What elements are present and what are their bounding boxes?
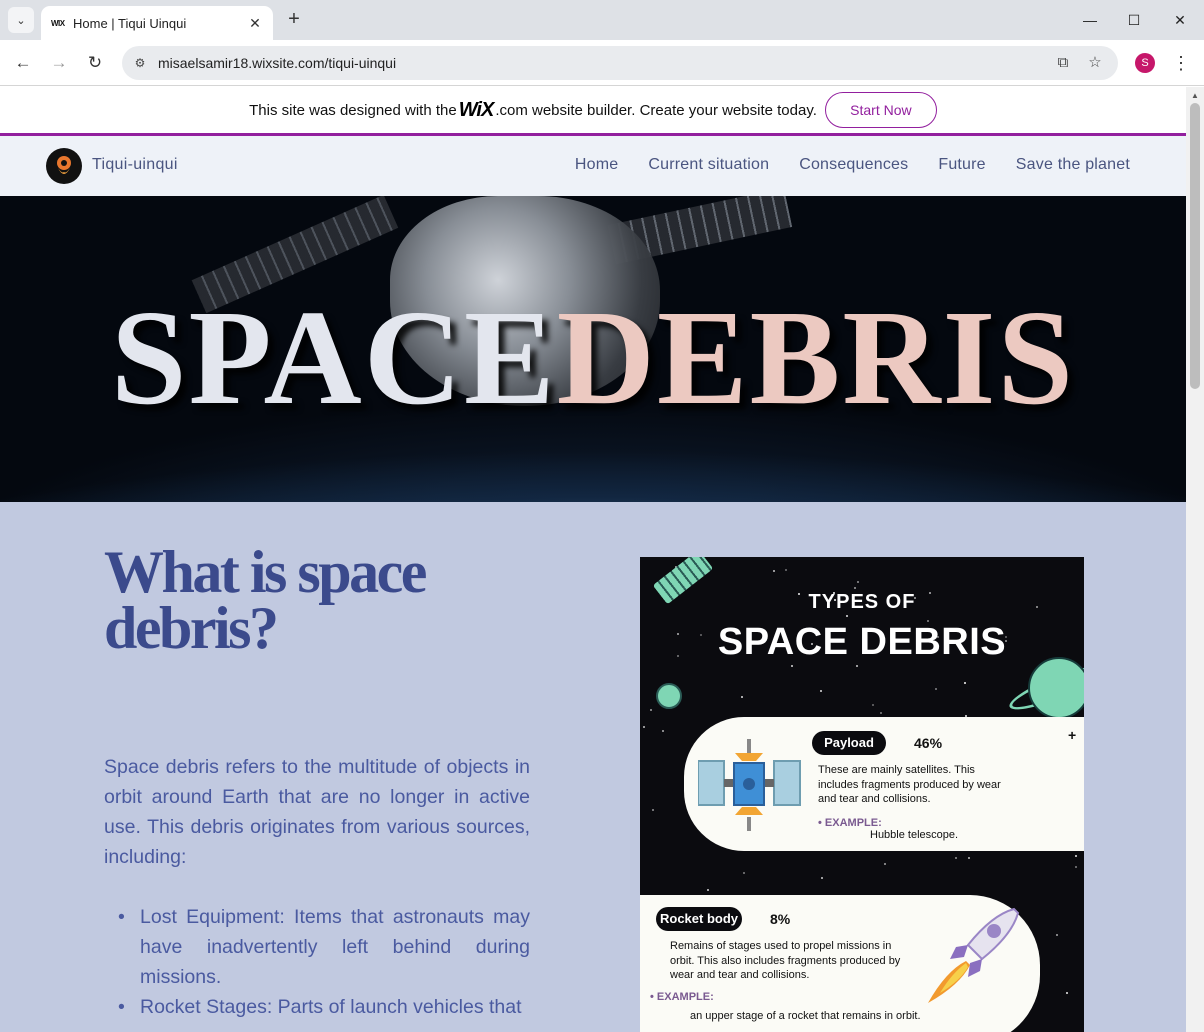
address-bar[interactable]: ⚙ misaelsamir18.wixsite.com/tiqui-uinqui… — [122, 46, 1118, 80]
infographic-title: SPACE DEBRIS — [717, 621, 1007, 663]
scroll-thumb[interactable] — [1190, 103, 1200, 389]
rocket-body-description: Remains of stages used to propel mission… — [670, 940, 901, 981]
wix-banner-text-after: .com website builder. Create your websit… — [495, 101, 817, 119]
rocket-body-percent: 8% — [770, 911, 791, 927]
infographic-subtitle: TYPES OF — [808, 591, 916, 613]
payload-percent: 46% — [914, 735, 943, 751]
browser-toolbar: ← → ↻ ⚙ misaelsamir18.wixsite.com/tiqui-… — [0, 40, 1204, 86]
site-name[interactable]: Tiqui-uinqui — [92, 156, 178, 174]
rocket-body-example-label: • EXAMPLE: — [650, 991, 714, 1003]
star — [1075, 866, 1077, 868]
forward-icon[interactable]: → — [47, 51, 71, 75]
section-title: What is space debris? — [104, 539, 427, 661]
nav-home[interactable]: Home — [575, 156, 618, 174]
star — [791, 665, 793, 667]
star — [856, 665, 858, 667]
nav-future[interactable]: Future — [938, 156, 985, 174]
star — [857, 581, 859, 583]
content-section: What is space debris? Space debris refer… — [0, 502, 1186, 1032]
payload-label: Payload — [812, 731, 886, 755]
rocket-body-label: Rocket body — [656, 907, 742, 931]
hero-title-part2: DEBRIS — [556, 283, 1076, 433]
wix-banner-text-before: This site was designed with the — [249, 101, 457, 119]
new-tab-button[interactable]: + — [283, 8, 305, 30]
bookmark-star-icon[interactable]: ☆ — [1086, 54, 1104, 72]
nav-consequences[interactable]: Consequences — [799, 156, 908, 174]
star — [662, 730, 664, 732]
star — [968, 857, 970, 859]
satellite-payload-icon — [698, 739, 801, 831]
payload-example: Hubble telescope. — [870, 829, 959, 841]
browser-tab[interactable]: WIX Home | Tiqui Uinqui ✕ — [41, 6, 273, 40]
flame-logo-icon — [57, 156, 71, 174]
back-icon[interactable]: ← — [11, 51, 35, 75]
payload-card: Payload 46% These are mainly satellites.… — [684, 717, 1084, 851]
star — [1056, 934, 1058, 936]
rocket-body-card: Rocket body 8% Remains of stages used to… — [640, 895, 1040, 1032]
tab-strip: ⌄ WIX Home | Tiqui Uinqui ✕ + — ☐ ✕ — [0, 0, 1204, 40]
rocket-icon — [928, 907, 1020, 1003]
profile-avatar[interactable]: S — [1135, 53, 1155, 73]
tab-title: Home | Tiqui Uinqui — [73, 15, 187, 31]
list-item: Lost Equipment: Items that astronauts ma… — [104, 902, 530, 992]
menu-dots-icon[interactable]: ⋮ — [1172, 51, 1190, 75]
translate-icon[interactable]: ⧉ — [1054, 54, 1072, 72]
maximize-icon[interactable]: ☐ — [1122, 8, 1146, 32]
rocket-body-example: an upper stage of a rocket that remains … — [690, 1010, 921, 1022]
close-tab-icon[interactable]: ✕ — [247, 15, 263, 32]
star — [707, 889, 709, 891]
site-nav: Home Current situation Consequences Futu… — [575, 156, 1130, 174]
star — [821, 877, 823, 879]
hero-banner: SPACEDEBRIS — [0, 196, 1186, 502]
sources-list: Lost Equipment: Items that astronauts ma… — [104, 902, 530, 1022]
list-item: Rocket Stages: Parts of launch vehicles … — [104, 992, 530, 1022]
hero-title: SPACEDEBRIS — [0, 280, 1186, 436]
star — [872, 704, 874, 706]
plus-icon: + — [1068, 727, 1077, 743]
close-window-icon[interactable]: ✕ — [1168, 8, 1192, 32]
wix-logo: WiX — [458, 98, 495, 121]
star — [1066, 992, 1068, 994]
nav-save-the-planet[interactable]: Save the planet — [1016, 156, 1130, 174]
site-header: Tiqui-uinqui Home Current situation Cons… — [0, 136, 1186, 196]
star — [650, 709, 652, 711]
planet-icon — [1028, 657, 1084, 719]
page-viewport: This site was designed with the WiX .com… — [0, 87, 1186, 1032]
types-of-debris-infographic: TYPES OF SPACE DEBRIS Payload 46% These … — [640, 557, 1084, 1032]
url-text[interactable]: misaelsamir18.wixsite.com/tiqui-uinqui — [158, 55, 396, 71]
star — [964, 682, 966, 684]
star — [846, 615, 848, 617]
wix-banner: This site was designed with the WiX .com… — [0, 87, 1186, 136]
scroll-up-icon[interactable]: ▲ — [1191, 91, 1199, 100]
reload-icon[interactable]: ↻ — [83, 51, 107, 75]
star — [785, 569, 787, 571]
star — [854, 587, 856, 589]
star — [935, 688, 937, 690]
probe-icon — [656, 683, 682, 709]
star — [1075, 855, 1077, 857]
star — [884, 863, 886, 865]
star — [643, 726, 645, 728]
chevron-down-icon: ⌄ — [16, 14, 26, 27]
hero-title-part1: SPACE — [110, 283, 557, 433]
intro-paragraph: Space debris refers to the multitude of … — [104, 756, 530, 868]
star — [955, 857, 957, 859]
star — [652, 809, 654, 811]
wix-favicon-icon: WIX — [51, 18, 65, 28]
start-now-button[interactable]: Start Now — [824, 92, 937, 128]
payload-description: These are mainly satellites. This includ… — [818, 764, 1001, 805]
star — [743, 872, 745, 874]
star — [880, 712, 882, 714]
tab-search-button[interactable]: ⌄ — [8, 7, 34, 33]
star — [741, 696, 743, 698]
nav-current-situation[interactable]: Current situation — [648, 156, 769, 174]
page-scrollbar[interactable]: ▲ — [1186, 87, 1204, 1032]
star — [820, 690, 822, 692]
site-info-icon[interactable]: ⚙ — [132, 55, 148, 71]
minimize-icon[interactable]: — — [1078, 8, 1102, 32]
site-logo[interactable] — [46, 148, 82, 184]
star — [773, 570, 775, 572]
payload-example-label: • EXAMPLE: — [818, 817, 882, 829]
